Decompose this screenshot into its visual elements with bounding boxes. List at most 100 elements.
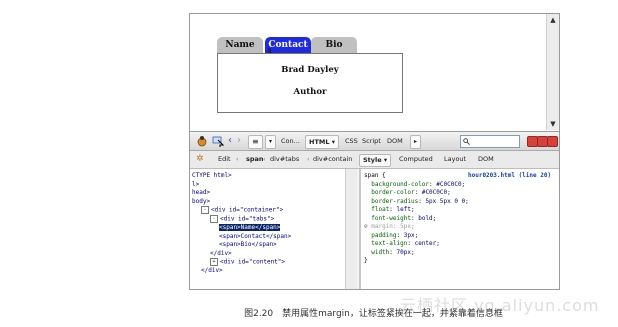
css-property-row[interactable]: width: 70px; [364, 249, 469, 258]
expand-icon[interactable]: + [210, 258, 218, 266]
scroll-down-icon[interactable]: ▼ [548, 119, 558, 129]
css-property-value[interactable]: 3px; [404, 232, 418, 239]
html-tree-node[interactable]: CTYPE html> [192, 172, 291, 181]
collapse-icon[interactable]: - [201, 206, 209, 214]
css-property-row[interactable]: font-weight: bold; [364, 215, 469, 224]
tab-name[interactable]: Name [217, 37, 263, 53]
side-tab-computed[interactable]: Computed [399, 154, 433, 165]
close-button[interactable] [547, 136, 558, 147]
html-tree-node[interactable]: + <div id="content"> [192, 258, 291, 267]
html-tree: CTYPE html> l> head> body> - <div id="contain… [192, 172, 291, 276]
css-property-name[interactable]: font-weight [371, 215, 411, 222]
browser-screenshot: Name Contact Bio Brad Dayley Author ▲ ▼ … [189, 13, 560, 290]
menu-icon[interactable]: ≡ [248, 135, 263, 149]
css-property-name[interactable]: text-align [371, 240, 407, 247]
css-property-value[interactable]: left; [397, 206, 415, 213]
html-tree-node-text: head> [192, 189, 211, 196]
html-tree-node[interactable]: </div> [192, 250, 291, 259]
firebug-toolbar: ‹ › ≡ ▾ Con... HTML ▾ CSS Script DOM ▸ [190, 132, 559, 151]
tab-dom[interactable]: DOM [387, 135, 403, 147]
html-tree-node[interactable]: <span>Name</span> [192, 224, 291, 233]
side-tab-layout[interactable]: Layout [444, 154, 466, 165]
css-property-value[interactable]: 70px; [397, 249, 415, 256]
html-tree-node[interactable]: l> [192, 181, 291, 190]
html-tree-node[interactable]: body> [192, 198, 291, 207]
breadcrumb-span[interactable]: span [246, 154, 264, 165]
css-property-name[interactable]: float [371, 206, 389, 213]
figure-caption: 图2.20 禁用属性margin，让标签紧挨在一起，并紧靠着信息框 [244, 309, 503, 319]
css-property-value[interactable]: 5px; [400, 223, 414, 230]
html-tree-node-text: l> [192, 180, 200, 188]
tab-script[interactable]: Script [362, 135, 381, 147]
side-tab-dom[interactable]: DOM [478, 154, 494, 165]
css-property-name[interactable]: width [371, 249, 389, 256]
css-property-value[interactable]: center; [415, 240, 440, 247]
css-property-row[interactable]: float: left; [364, 206, 469, 215]
html-tree-node-text: <span>Contact</span> [219, 232, 292, 240]
css-property-name[interactable]: border-color [371, 189, 414, 196]
scroll-up-icon[interactable]: ▲ [548, 15, 558, 25]
breadcrumb-separator: ‹ [307, 155, 310, 163]
css-property-name[interactable]: padding [371, 232, 396, 239]
breadcrumb-container[interactable]: div#contain [313, 154, 352, 165]
html-tree-pane: CTYPE html> l> head> body> - <div id="contain… [190, 169, 357, 289]
css-property-value[interactable]: bold; [418, 215, 436, 222]
css-source-link[interactable]: hour0203.html (line 20) [468, 172, 551, 181]
css-property-row[interactable]: background-color: #C0C0C0; [364, 181, 469, 190]
inspect-icon[interactable] [212, 135, 224, 147]
back-icon[interactable]: ‹ [228, 135, 232, 147]
html-tree-node-text: <div id="container"> [211, 206, 284, 214]
disabled-icon[interactable]: ⊘ [364, 223, 368, 232]
tab-html[interactable]: HTML ▾ [305, 135, 340, 149]
css-property-row[interactable]: ⊘ margin: 5px; [364, 223, 469, 232]
css-properties: background-color: #C0C0C0; border-color:… [364, 181, 469, 266]
css-property-value[interactable]: 5px 5px 0 0; [425, 198, 468, 205]
css-property-name[interactable]: background-color [371, 181, 429, 188]
edit-button[interactable]: Edit [218, 154, 231, 165]
css-rule-close: } [364, 257, 368, 264]
firebug-panel: ‹ › ≡ ▾ Con... HTML ▾ CSS Script DOM ▸ ✲… [190, 131, 559, 289]
css-property-name[interactable]: margin [371, 223, 393, 230]
html-tree-node[interactable]: <span>Bio</span> [192, 241, 291, 250]
breadcrumb-separator: ‹ [263, 155, 266, 163]
html-tree-node[interactable]: - <div id="tabs"> [192, 215, 291, 224]
css-selector: span { [364, 172, 386, 179]
more-tabs-icon[interactable]: ▸ [410, 135, 422, 149]
css-property-value[interactable]: #C0C0C0; [436, 181, 465, 188]
css-property-row[interactable]: text-align: center; [364, 240, 469, 249]
tab-css[interactable]: CSS [345, 135, 358, 147]
html-tree-scrollbar[interactable] [345, 169, 357, 289]
html-tree-node-text: <span>Name</span> [219, 224, 281, 231]
css-property-name[interactable]: border-radius [371, 198, 418, 205]
html-tree-node[interactable]: - <div id="container"> [192, 206, 291, 215]
breadcrumb-tabs[interactable]: div#tabs [270, 154, 299, 165]
content-title: Author [293, 87, 327, 97]
dropdown-icon[interactable]: ▾ [265, 135, 277, 149]
firebug-icon[interactable] [196, 135, 208, 147]
css-property-row[interactable]: border-radius: 5px 5px 0 0; [364, 198, 469, 207]
collapse-icon[interactable]: - [210, 215, 218, 223]
css-style-pane: hour0203.html (line 20) span { backgroun… [359, 169, 559, 289]
content-name: Brad Dayley [281, 65, 339, 75]
page-scrollbar[interactable]: ▲ ▼ [546, 14, 559, 130]
css-property-row[interactable]: padding: 3px; [364, 232, 469, 241]
html-tree-node[interactable]: </div> [192, 267, 291, 276]
css-property-row[interactable]: border-color: #C0C0C0; [364, 189, 469, 198]
firebug-subbar: ✲ Edit ‹ span ‹ div#tabs ‹ div#contain S… [190, 151, 559, 169]
tab-console[interactable]: Con... [281, 135, 300, 147]
html-tree-node[interactable]: head> [192, 189, 291, 198]
css-property-value[interactable]: #C0C0C0; [422, 189, 451, 196]
side-tab-style-label: Style [363, 156, 382, 164]
bug-icon[interactable]: ✲ [196, 154, 204, 165]
tab-bio[interactable]: Bio [311, 37, 357, 53]
search-input[interactable] [460, 135, 520, 148]
html-tree-node-text: </div> [201, 267, 223, 274]
forward-icon[interactable]: › [237, 135, 241, 147]
html-tree-node[interactable]: <span>Contact</span> [192, 233, 291, 242]
breadcrumb-separator: ‹ [236, 155, 239, 163]
html-tree-node-text: CTYPE html> [192, 172, 232, 179]
html-tree-node-text: <div id="content"> [220, 258, 286, 266]
side-tab-style[interactable]: Style ▾ [359, 154, 392, 167]
search-icon [463, 138, 470, 145]
html-tree-node-text: </div> [210, 249, 232, 257]
